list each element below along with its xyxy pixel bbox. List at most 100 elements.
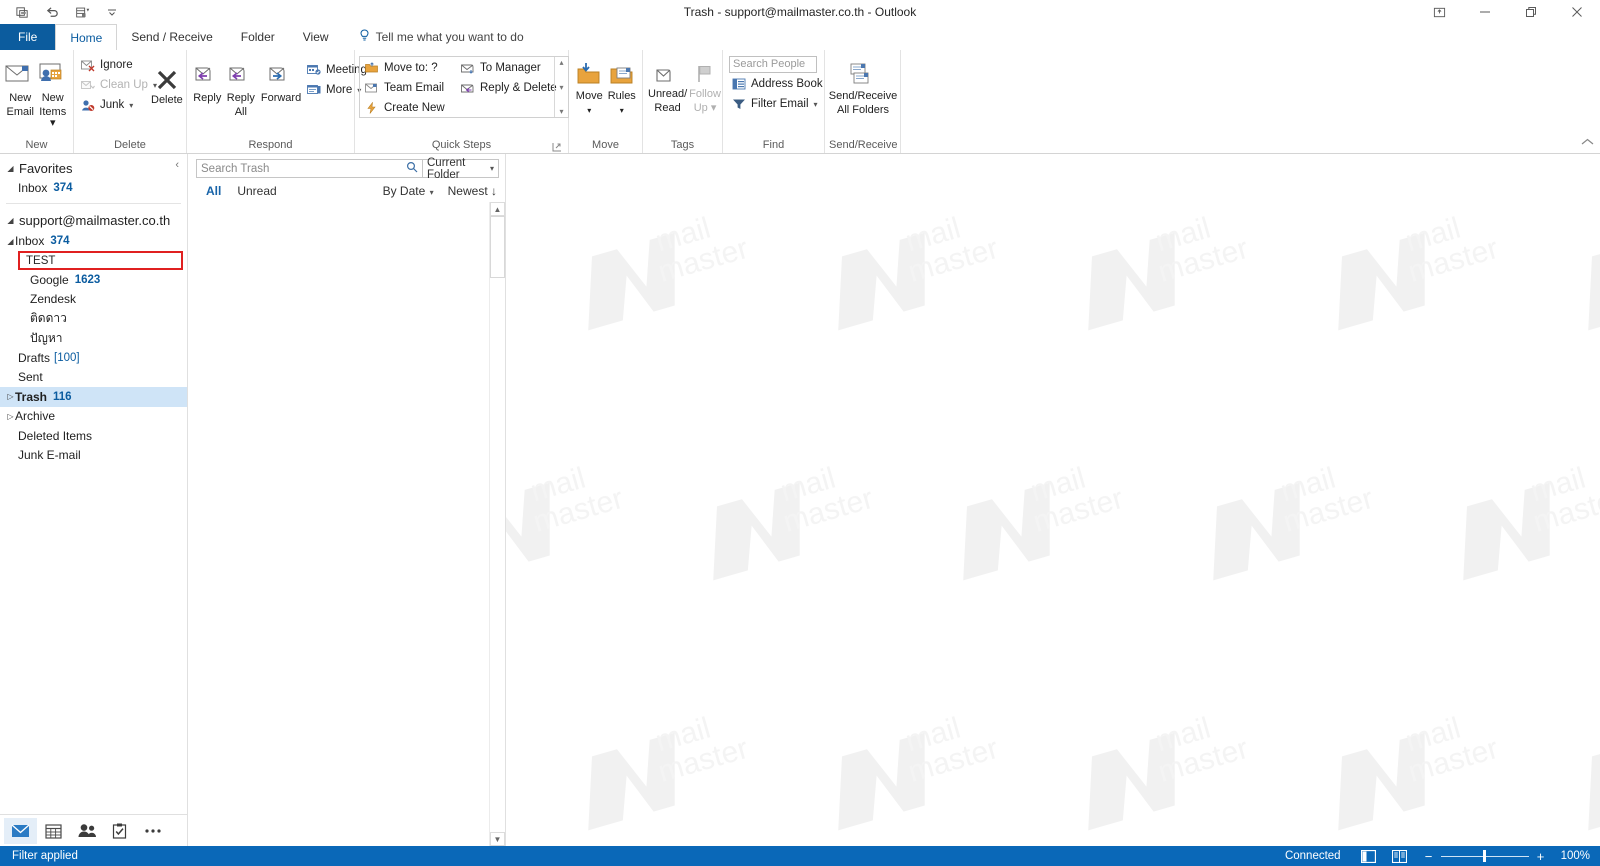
quick-steps-scroll[interactable]: ▴ ▾ ▾ [554,57,568,117]
move-caret-icon[interactable]: ▾ [587,103,591,117]
rules-caret-icon[interactable]: ▾ [620,103,624,117]
sort-order-toggle[interactable]: Newest ↓ [448,184,497,198]
nav-tasks-icon[interactable] [103,818,136,844]
filter-email-button[interactable]: Filter Email ▾ [729,95,823,113]
ignore-button[interactable]: Ignore [78,56,150,74]
minimize-icon[interactable] [1462,0,1508,24]
folder-junk-email[interactable]: Junk E-mail [0,446,187,466]
filter-email-caret-icon[interactable]: ▾ [814,100,818,109]
folder-archive-expander-icon[interactable]: ▷ [6,412,15,421]
search-people-input[interactable]: Search People [729,56,817,73]
reply-delete-quickstep[interactable]: Reply & Delete [458,79,557,97]
collapse-ribbon-icon[interactable] [1581,138,1594,151]
collapse-folder-pane-icon[interactable]: ‹ [175,159,179,171]
more-respond-button[interactable]: More ▾ [304,81,361,99]
tab-send-receive[interactable]: Send / Receive [117,24,226,50]
sort-by-dropdown[interactable]: By Date ▾ [383,184,434,198]
tell-me-box[interactable]: Tell me what you want to do [343,24,524,50]
tab-file[interactable]: File [0,24,56,50]
junk-icon [80,97,96,113]
close-icon[interactable] [1554,0,1600,24]
new-items-button[interactable]: New Items ▾ [37,55,70,130]
zoom-in-button[interactable]: + [1533,849,1549,864]
favorites-header[interactable]: ◢ Favorites [0,158,187,178]
ribbon-group-delete-label: Delete [114,139,146,151]
sort-by-caret-icon[interactable]: ▾ [430,188,434,197]
folder-panha[interactable]: ปัญหา [0,329,187,349]
folder-inbox-expander-icon[interactable]: ◢ [6,237,15,246]
scroll-up-icon[interactable]: ▲ [490,202,505,216]
create-new-quickstep[interactable]: Create New [362,99,456,117]
delete-button[interactable]: Delete [150,55,184,107]
scroll-down-icon[interactable]: ▼ [490,832,505,846]
tab-view[interactable]: View [289,24,343,50]
filter-unread-tab[interactable]: Unread [237,184,276,198]
team-email-quickstep[interactable]: Team Email [362,79,456,97]
reply-all-label-1: Reply [226,92,255,104]
folder-google[interactable]: Google 1623 [0,270,187,290]
tab-folder[interactable]: Folder [227,24,289,50]
search-icon[interactable] [406,161,418,176]
reply-button[interactable]: Reply [191,55,224,105]
folder-drafts[interactable]: Drafts [100] [0,348,187,368]
scrollbar-thumb[interactable] [490,216,505,278]
unread-read-button[interactable]: Unread/ Read [647,59,688,114]
folder-tid-dao[interactable]: ติดดาว [0,309,187,329]
zoom-control[interactable]: − + [1415,846,1555,866]
filter-all-tab[interactable]: All [206,184,221,198]
favorites-expander-icon[interactable]: ◢ [6,164,15,173]
folder-trash[interactable]: ▷ Trash 116 [0,387,187,407]
restore-icon[interactable] [1508,0,1554,24]
nav-more-icon[interactable] [136,818,169,844]
send-receive-all-folders-button[interactable]: Send/Receive All Folders [829,59,897,116]
meeting-button[interactable]: Meeting [304,61,367,79]
folder-zendesk[interactable]: Zendesk [0,290,187,310]
nav-mail-icon[interactable] [4,817,37,844]
move-button[interactable]: Move ▾ [573,59,606,116]
clean-up-button[interactable]: Clean Up ▾ [78,76,157,94]
folder-trash-expander-icon[interactable]: ▷ [6,392,15,401]
quick-steps-dialog-launcher[interactable] [552,142,562,152]
ribbon-display-options-icon[interactable] [1416,0,1462,24]
account-header[interactable]: ◢ support@mailmaster.co.th [0,210,187,232]
search-input[interactable]: Search Trash [196,159,423,178]
reading-view-icon[interactable] [1384,846,1415,866]
normal-view-icon[interactable] [1353,846,1384,866]
move-to-quickstep[interactable]: Move to: ? [362,59,456,77]
send-receive-icon[interactable]: ▾ [72,3,92,21]
address-book-button[interactable]: Address Book [729,75,823,93]
zoom-slider-knob[interactable] [1482,850,1486,862]
forward-button[interactable]: Forward [258,55,304,105]
save-attachments-icon[interactable] [12,3,32,21]
folder-inbox[interactable]: ◢ Inbox 374 [0,232,187,252]
folder-deleted-items[interactable]: Deleted Items [0,426,187,446]
zoom-out-button[interactable]: − [1421,849,1437,864]
nav-people-icon[interactable] [70,818,103,844]
nav-calendar-icon[interactable] [37,818,70,844]
customize-qat-icon[interactable] [102,3,122,21]
account-expander-icon[interactable]: ◢ [6,216,15,225]
quick-steps-scroll-more-icon[interactable]: ▾ [559,107,563,116]
to-manager-quickstep[interactable]: To Manager [458,59,554,77]
undo-icon[interactable] [42,3,62,21]
quick-steps-scroll-up-icon[interactable]: ▴ [559,58,563,67]
folder-archive[interactable]: ▷ Archive [0,407,187,427]
junk-button[interactable]: Junk ▾ [78,96,150,114]
message-list-scrollbar[interactable]: ▲ ▼ [489,202,505,846]
zoom-slider[interactable] [1437,846,1533,866]
search-scope-dropdown[interactable]: Current Folder ▾ [423,157,499,181]
scrollbar-track[interactable] [490,216,505,832]
new-email-button[interactable]: New Email [4,55,37,118]
folder-sent[interactable]: Sent [0,368,187,388]
reply-delete-icon [460,80,476,96]
folder-test[interactable]: TEST [18,251,183,270]
quick-steps-scroll-down-icon[interactable]: ▾ [559,83,563,92]
junk-caret-icon[interactable]: ▾ [129,101,133,110]
rules-button[interactable]: Rules ▾ [606,59,639,116]
favorite-inbox[interactable]: Inbox 374 [0,178,187,198]
search-scope-caret-icon[interactable]: ▾ [490,164,494,173]
reply-all-button[interactable]: Reply All [224,55,258,118]
zoom-percentage[interactable]: 100% [1555,850,1594,862]
tab-home[interactable]: Home [55,24,118,50]
follow-up-button[interactable]: Follow Up ▾ [688,59,722,114]
